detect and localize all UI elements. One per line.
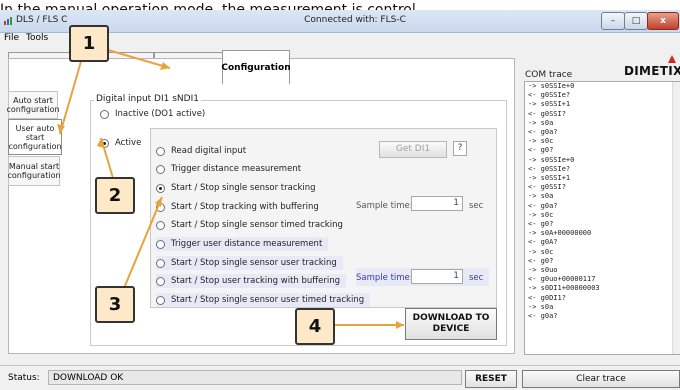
callout-1-arrow-left	[59, 57, 83, 135]
status-bar: Status: DOWNLOAD OK RESET Clear trace	[0, 365, 680, 390]
com-trace-log[interactable]: -> s0SSIe+0 <- g0SSIe? -> s0SSI+1 <- g0S…	[524, 81, 680, 355]
com-line: -> s0SSIe+0	[528, 155, 575, 164]
dimetix-logo: DIMETIX	[624, 64, 680, 78]
com-line: -> s0SSI+1	[528, 100, 571, 109]
com-line: <- g0a?	[528, 201, 558, 210]
callout-badge-3: 3	[95, 286, 135, 323]
application-window: DLS / FLS C Connected with: FLS-C – □ x …	[0, 10, 680, 390]
com-line: -> s0SSI+1	[528, 174, 571, 183]
com-line: <- g0DI1?	[528, 293, 566, 302]
com-line: -> s0SSIe+0	[528, 82, 575, 90]
tab-configuration[interactable]: Configuration	[221, 50, 291, 84]
com-line: -> s0DI1+00000003	[528, 284, 600, 293]
logo-accent-icon	[668, 55, 676, 63]
com-line: <- g0a?	[528, 128, 558, 137]
arrowhead-icon	[396, 321, 404, 329]
com-line: -> s0A+00000000	[528, 229, 592, 238]
com-line: <- g0A?	[528, 238, 558, 247]
callout-2-arrow	[100, 137, 114, 179]
reset-button[interactable]: RESET	[465, 370, 517, 388]
status-field: DOWNLOAD OK	[48, 370, 462, 385]
com-line: <- g0uo+00000117	[528, 275, 596, 284]
com-line: <- g0a?	[528, 312, 558, 321]
callout-badge-2: 2	[95, 177, 135, 214]
arrowhead-icon	[160, 62, 170, 70]
com-line: -> s0c	[528, 137, 554, 146]
callout-badge-4: 4	[295, 308, 335, 345]
com-line: <- g0?	[528, 256, 554, 265]
status-label: Status:	[8, 373, 40, 383]
com-line: -> s0a	[528, 192, 554, 201]
com-trace-title: COM trace	[525, 70, 573, 80]
com-line: <- g0SSIe?	[528, 164, 571, 173]
com-line: <- g0SSIe?	[528, 91, 571, 100]
com-line: -> s0a	[528, 302, 554, 311]
com-line: -> s0a	[528, 118, 554, 127]
com-line: <- g0?	[528, 146, 554, 155]
callout-1-arrow-right	[100, 47, 171, 69]
com-line: -> s0c	[528, 210, 554, 219]
clear-trace-button[interactable]: Clear trace	[522, 370, 680, 388]
com-line: <- g0SSI?	[528, 183, 566, 192]
com-line: -> s0c	[528, 247, 554, 256]
com-line: -> s0uo	[528, 266, 558, 275]
com-line: <- g0SSI?	[528, 109, 566, 118]
com-scrollbar[interactable]	[672, 82, 680, 354]
callout-badge-1: 1	[69, 25, 109, 62]
com-line: <- g0?	[528, 220, 554, 229]
